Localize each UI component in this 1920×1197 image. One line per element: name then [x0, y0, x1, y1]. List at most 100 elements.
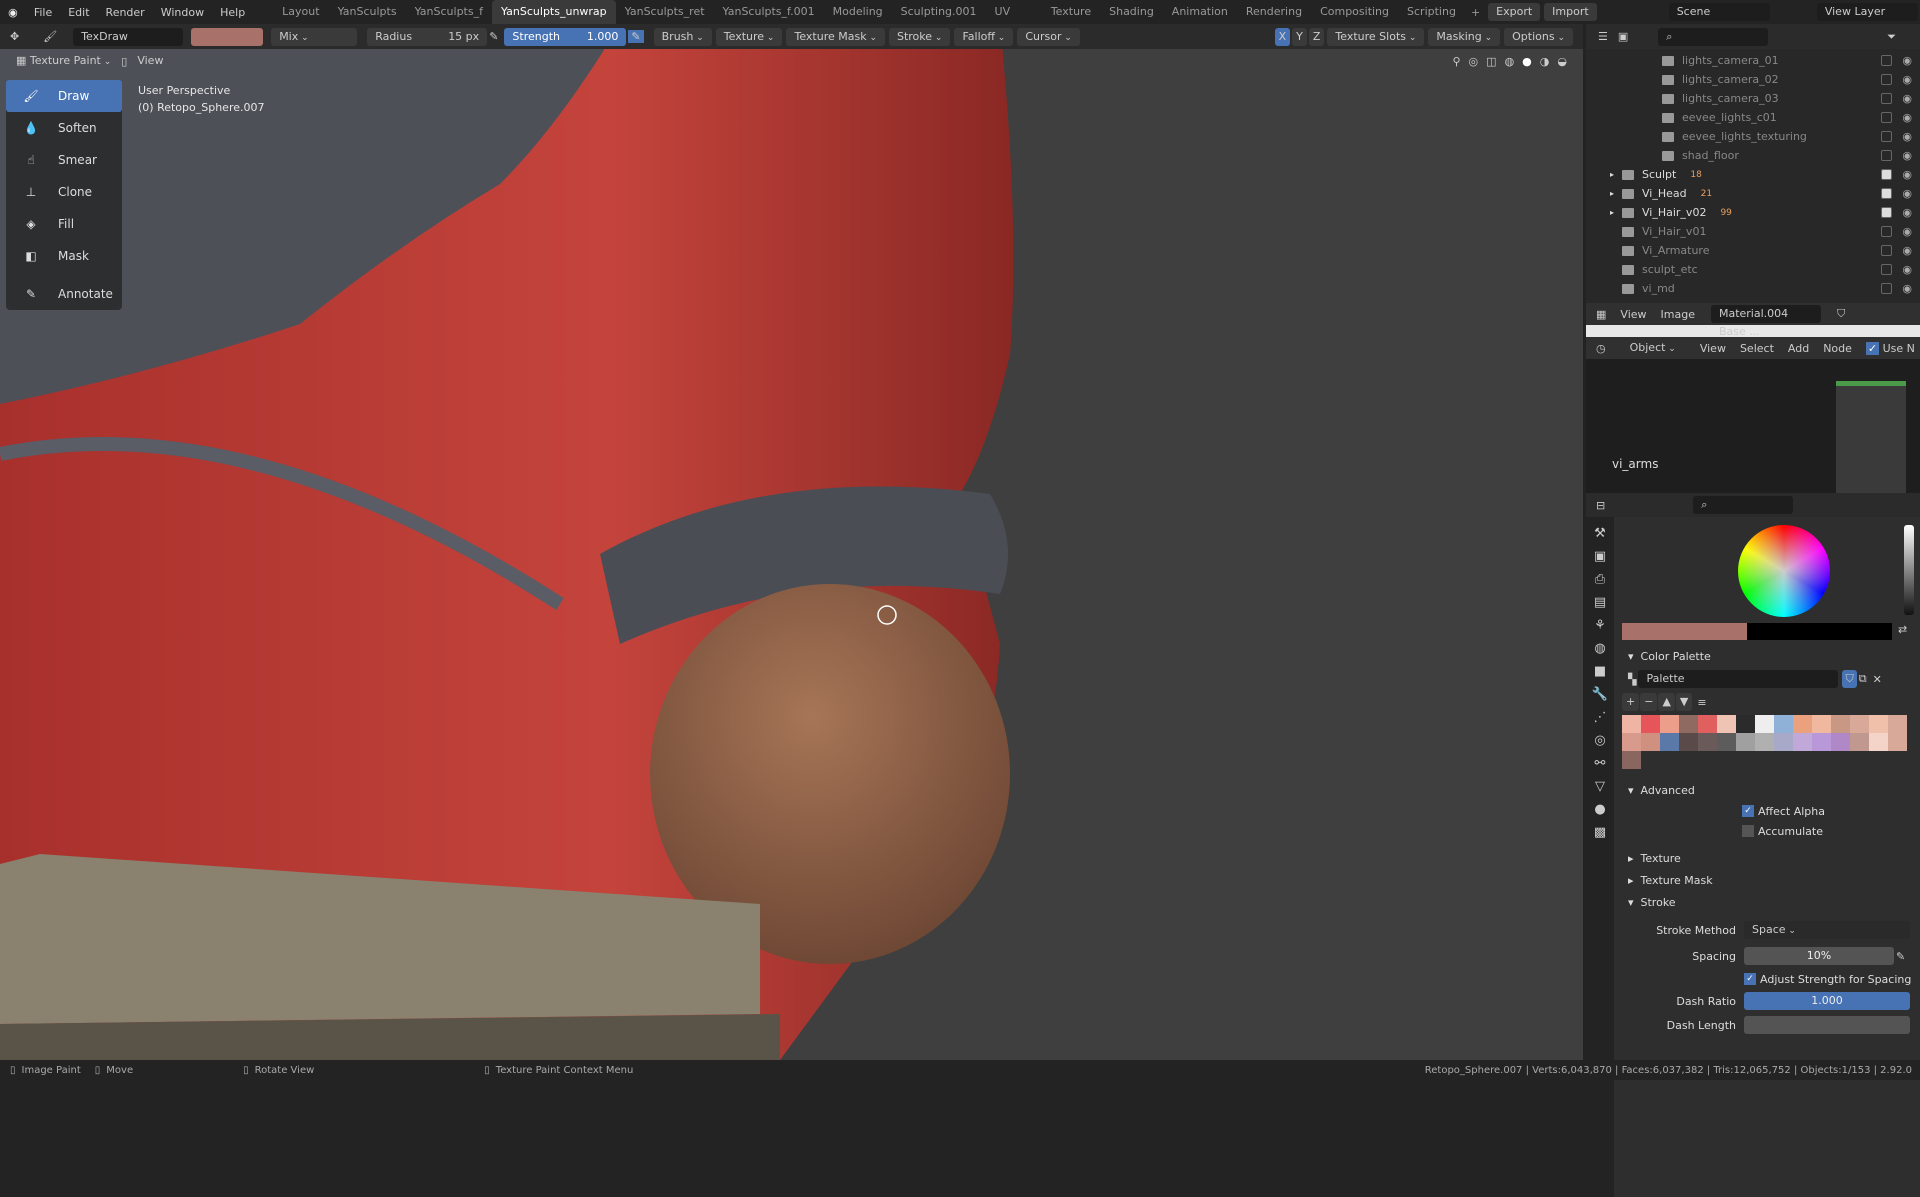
palette-swatch[interactable] [1850, 733, 1869, 751]
strength-field[interactable]: Strength 1.000 [504, 27, 627, 46]
palette-swatch[interactable] [1660, 715, 1679, 733]
menu-texture[interactable]: Texture [715, 27, 783, 46]
modifier-icon[interactable]: 🔧 [1591, 687, 1609, 705]
3d-viewport[interactable] [0, 24, 1583, 1060]
palette-swatch[interactable] [1660, 733, 1679, 751]
palette-swatch[interactable] [1831, 715, 1850, 733]
brush-color-swatch[interactable] [191, 27, 264, 46]
blender-logo-icon[interactable]: ◉ [0, 6, 26, 19]
workspace-tab[interactable]: Scripting [1398, 0, 1465, 24]
exclude-checkbox[interactable] [1881, 169, 1892, 180]
palette-remove-button[interactable]: − [1640, 693, 1658, 711]
palette-unlink-icon[interactable]: ✕ [1873, 673, 1882, 686]
spacing-slider[interactable]: 10% [1744, 947, 1894, 965]
palette-sort-icon[interactable]: ≡ [1697, 696, 1706, 709]
blend-mode-select[interactable]: Mix [271, 27, 358, 46]
palette-add-button[interactable]: + [1622, 693, 1640, 711]
palette-swatch[interactable] [1774, 715, 1793, 733]
texture-mask-panel[interactable]: ▸ Texture Mask [1614, 869, 1920, 891]
node-menu-select[interactable]: Select [1740, 342, 1774, 355]
menu-texture-mask[interactable]: Texture Mask [786, 27, 885, 46]
strength-pressure-icon[interactable]: ✎ [628, 30, 644, 43]
image-view-menu[interactable]: View [1620, 308, 1646, 321]
swap-colors-icon[interactable]: ⇄ [1898, 623, 1907, 636]
palette-duplicate-icon[interactable]: ⧉ [1859, 672, 1867, 686]
xray-icon[interactable]: ◫ [1486, 55, 1496, 68]
tool-fill[interactable]: ◈ Fill [6, 208, 122, 240]
palette-swatch[interactable] [1755, 733, 1774, 751]
outliner-item[interactable]: lights_camera_03 ◉ [1586, 89, 1920, 108]
eye-icon[interactable]: ◉ [1902, 130, 1912, 143]
object-select[interactable]: Object [1622, 339, 1684, 357]
exclude-checkbox[interactable] [1881, 55, 1892, 66]
dash-length-slider[interactable] [1744, 1016, 1910, 1034]
expand-arrow-icon[interactable]: ▸ [1610, 189, 1614, 198]
outliner-item[interactable]: lights_camera_02 ◉ [1586, 70, 1920, 89]
image-menu[interactable]: Image [1661, 308, 1695, 321]
workspace-tab[interactable]: Rendering [1237, 0, 1311, 24]
workspace-tab[interactable]: YanSculpts [329, 0, 406, 24]
eye-icon[interactable]: ◉ [1902, 149, 1912, 162]
outliner-item[interactable]: ▸ Sculpt 18 ◉ [1586, 165, 1920, 184]
data-icon[interactable]: ▽ [1591, 779, 1609, 797]
workspace-tab[interactable]: YanSculpts_f [406, 0, 492, 24]
menu-masking[interactable]: Masking [1428, 27, 1501, 46]
principled-bsdf-node[interactable] [1836, 381, 1906, 493]
eye-icon[interactable]: ◉ [1902, 187, 1912, 200]
tool-icon[interactable]: ⚒ [1591, 526, 1609, 544]
menu-stroke[interactable]: Stroke [888, 27, 951, 46]
workspace-tab[interactable]: Sculpting.001 [892, 0, 986, 24]
menu-edit[interactable]: Edit [60, 6, 97, 19]
properties-editor-icon[interactable]: ⊟ [1596, 499, 1605, 512]
filter-icon[interactable]: ⏷ [1887, 30, 1896, 44]
workspace-tab[interactable]: Shading [1100, 0, 1163, 24]
affect-alpha-checkbox[interactable]: ✓ Affect Alpha [1742, 801, 1920, 821]
import-button[interactable]: Import [1544, 3, 1597, 21]
adjust-strength-checkbox[interactable]: ✓ Adjust Strength for Spacing [1744, 969, 1920, 989]
tool-mask[interactable]: ◧ Mask [6, 240, 122, 272]
node-editor-type-icon[interactable]: ◷ [1596, 342, 1606, 355]
solid-shading-icon[interactable]: ● [1522, 55, 1532, 68]
eye-icon[interactable]: ◉ [1902, 206, 1912, 219]
menu-options[interactable]: Options [1504, 27, 1573, 46]
node-menu-view[interactable]: View [1700, 342, 1726, 355]
expand-arrow-icon[interactable]: ▸ [1610, 170, 1614, 179]
palette-swatch[interactable] [1869, 715, 1888, 733]
tool-draw[interactable]: 🖌 Draw [6, 80, 122, 112]
workspace-tab[interactable]: YanSculpts_f.001 [714, 0, 824, 24]
texture-icon[interactable]: ▩ [1591, 825, 1609, 843]
palette-swatch[interactable] [1679, 715, 1698, 733]
outliner-item[interactable]: ▸ Vi_Head 21 ◉ [1586, 184, 1920, 203]
node-menu-node[interactable]: Node [1823, 342, 1852, 355]
workspace-tab[interactable]: YanSculpts_ret [616, 0, 714, 24]
exclude-checkbox[interactable] [1881, 226, 1892, 237]
palette-swatch[interactable] [1641, 715, 1660, 733]
palette-swatch[interactable] [1622, 715, 1641, 733]
outliner-item[interactable]: shad_floor ◉ [1586, 146, 1920, 165]
exclude-checkbox[interactable] [1881, 188, 1892, 199]
material-shading-icon[interactable]: ◑ [1540, 55, 1550, 68]
exclude-checkbox[interactable] [1881, 131, 1892, 142]
palette-swatch[interactable] [1812, 733, 1831, 751]
menu-brush[interactable]: Brush [653, 27, 712, 46]
color-wheel[interactable] [1738, 525, 1830, 617]
palette-swatch[interactable] [1679, 733, 1698, 751]
wireframe-shading-icon[interactable]: ◍ [1505, 55, 1515, 68]
palette-swatch[interactable] [1888, 733, 1907, 751]
eye-icon[interactable]: ◉ [1902, 54, 1912, 67]
eye-icon[interactable]: ◉ [1902, 225, 1912, 238]
palette-swatch[interactable] [1831, 733, 1850, 751]
outliner-item[interactable]: Vi_Armature ◉ [1586, 241, 1920, 260]
outliner-item[interactable]: sculpt_etc ◉ [1586, 260, 1920, 279]
palette-swatch[interactable] [1793, 733, 1812, 751]
image-selector[interactable]: Material.004 Base ... [1710, 305, 1821, 338]
palette-fake-user-icon[interactable]: ⛉ [1842, 670, 1857, 688]
eye-icon[interactable]: ◉ [1902, 92, 1912, 105]
eye-icon[interactable]: ◉ [1902, 282, 1912, 295]
outliner-item[interactable]: eevee_lights_c01 ◉ [1586, 108, 1920, 127]
menu-help[interactable]: Help [212, 6, 253, 19]
palette-swatch[interactable] [1774, 733, 1793, 751]
value-slider[interactable] [1904, 525, 1914, 615]
display-mode-icon[interactable]: ☰ [1598, 30, 1608, 43]
outliner-item[interactable]: eevee_lights_texturing ◉ [1586, 127, 1920, 146]
